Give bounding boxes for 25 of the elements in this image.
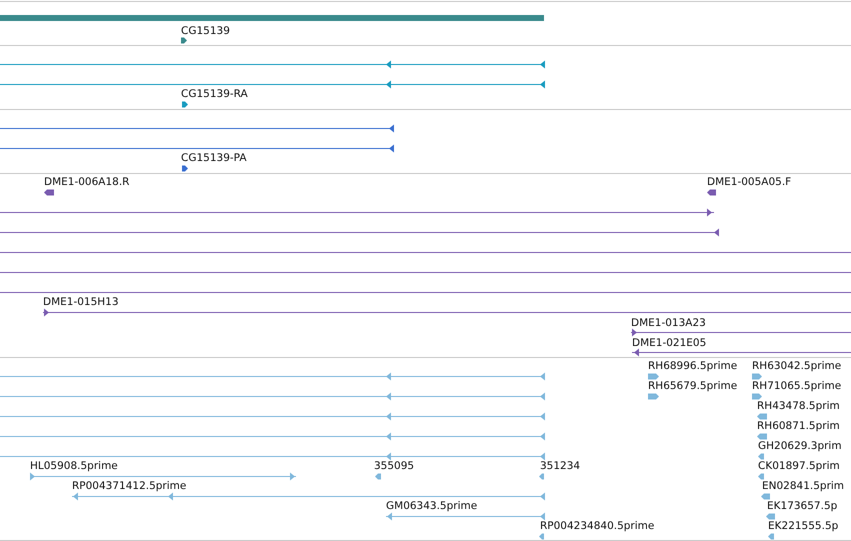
feature-label: CG15139-PA [181, 152, 247, 164]
feature-label: 351234 [540, 460, 580, 472]
feature-label: 355095 [374, 460, 414, 472]
feature-label: DME1-015H13 [43, 296, 119, 308]
feature-label: EN02841.5prim [762, 480, 844, 492]
feature-label: GH20629.3prim [758, 440, 842, 452]
feature-label: RH43478.5prim [757, 400, 840, 412]
feature-label: RH65679.5prime [648, 380, 738, 392]
feature-label: RH60871.5prim [757, 420, 840, 432]
feature-label: DME1-006A18.R [44, 176, 130, 188]
feature-label: GM06343.5prime [386, 500, 478, 512]
feature-label: RP004371412.5prime [72, 480, 186, 492]
feature-label: RH71065.5prime [752, 380, 842, 392]
feature-label: DME1-021E05 [632, 337, 706, 349]
feature-label: CK01897.5prim [758, 460, 840, 472]
feature-label: DME1-005A05.F [707, 176, 792, 188]
feature-label: HL05908.5prime [30, 460, 118, 472]
feature-label: RH68996.5prime [648, 360, 738, 372]
feature-label: EK173657.5p [767, 500, 838, 512]
feature-label: DME1-013A23 [631, 317, 706, 329]
feature-label: CG15139 [181, 25, 230, 37]
feature-label: EK221555.5p [768, 520, 838, 532]
feature-label: RP004234840.5prime [540, 520, 654, 532]
feature-label: RH63042.5prime [752, 360, 842, 372]
feature-label: CG15139-RA [181, 88, 248, 100]
